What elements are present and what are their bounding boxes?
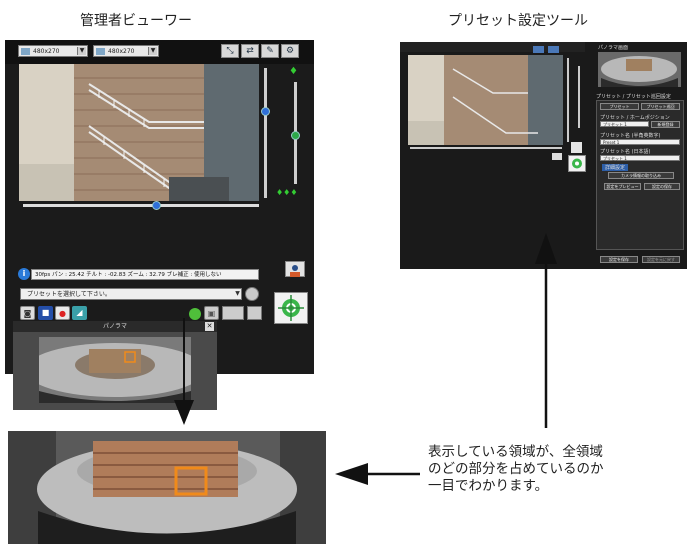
description-text: 表示している領域が、全領域 のどの部分を占めているのか 一目でわかります。	[428, 444, 604, 495]
down-arrow-head	[174, 400, 194, 425]
description-line-2: のどの部分を占めているのか	[428, 461, 604, 477]
up-arrow-head	[535, 233, 557, 264]
description-line-1: 表示している領域が、全領域	[428, 444, 603, 460]
left-arrow-head	[335, 463, 368, 485]
description-line-3: 一目でわかります。	[428, 478, 549, 494]
